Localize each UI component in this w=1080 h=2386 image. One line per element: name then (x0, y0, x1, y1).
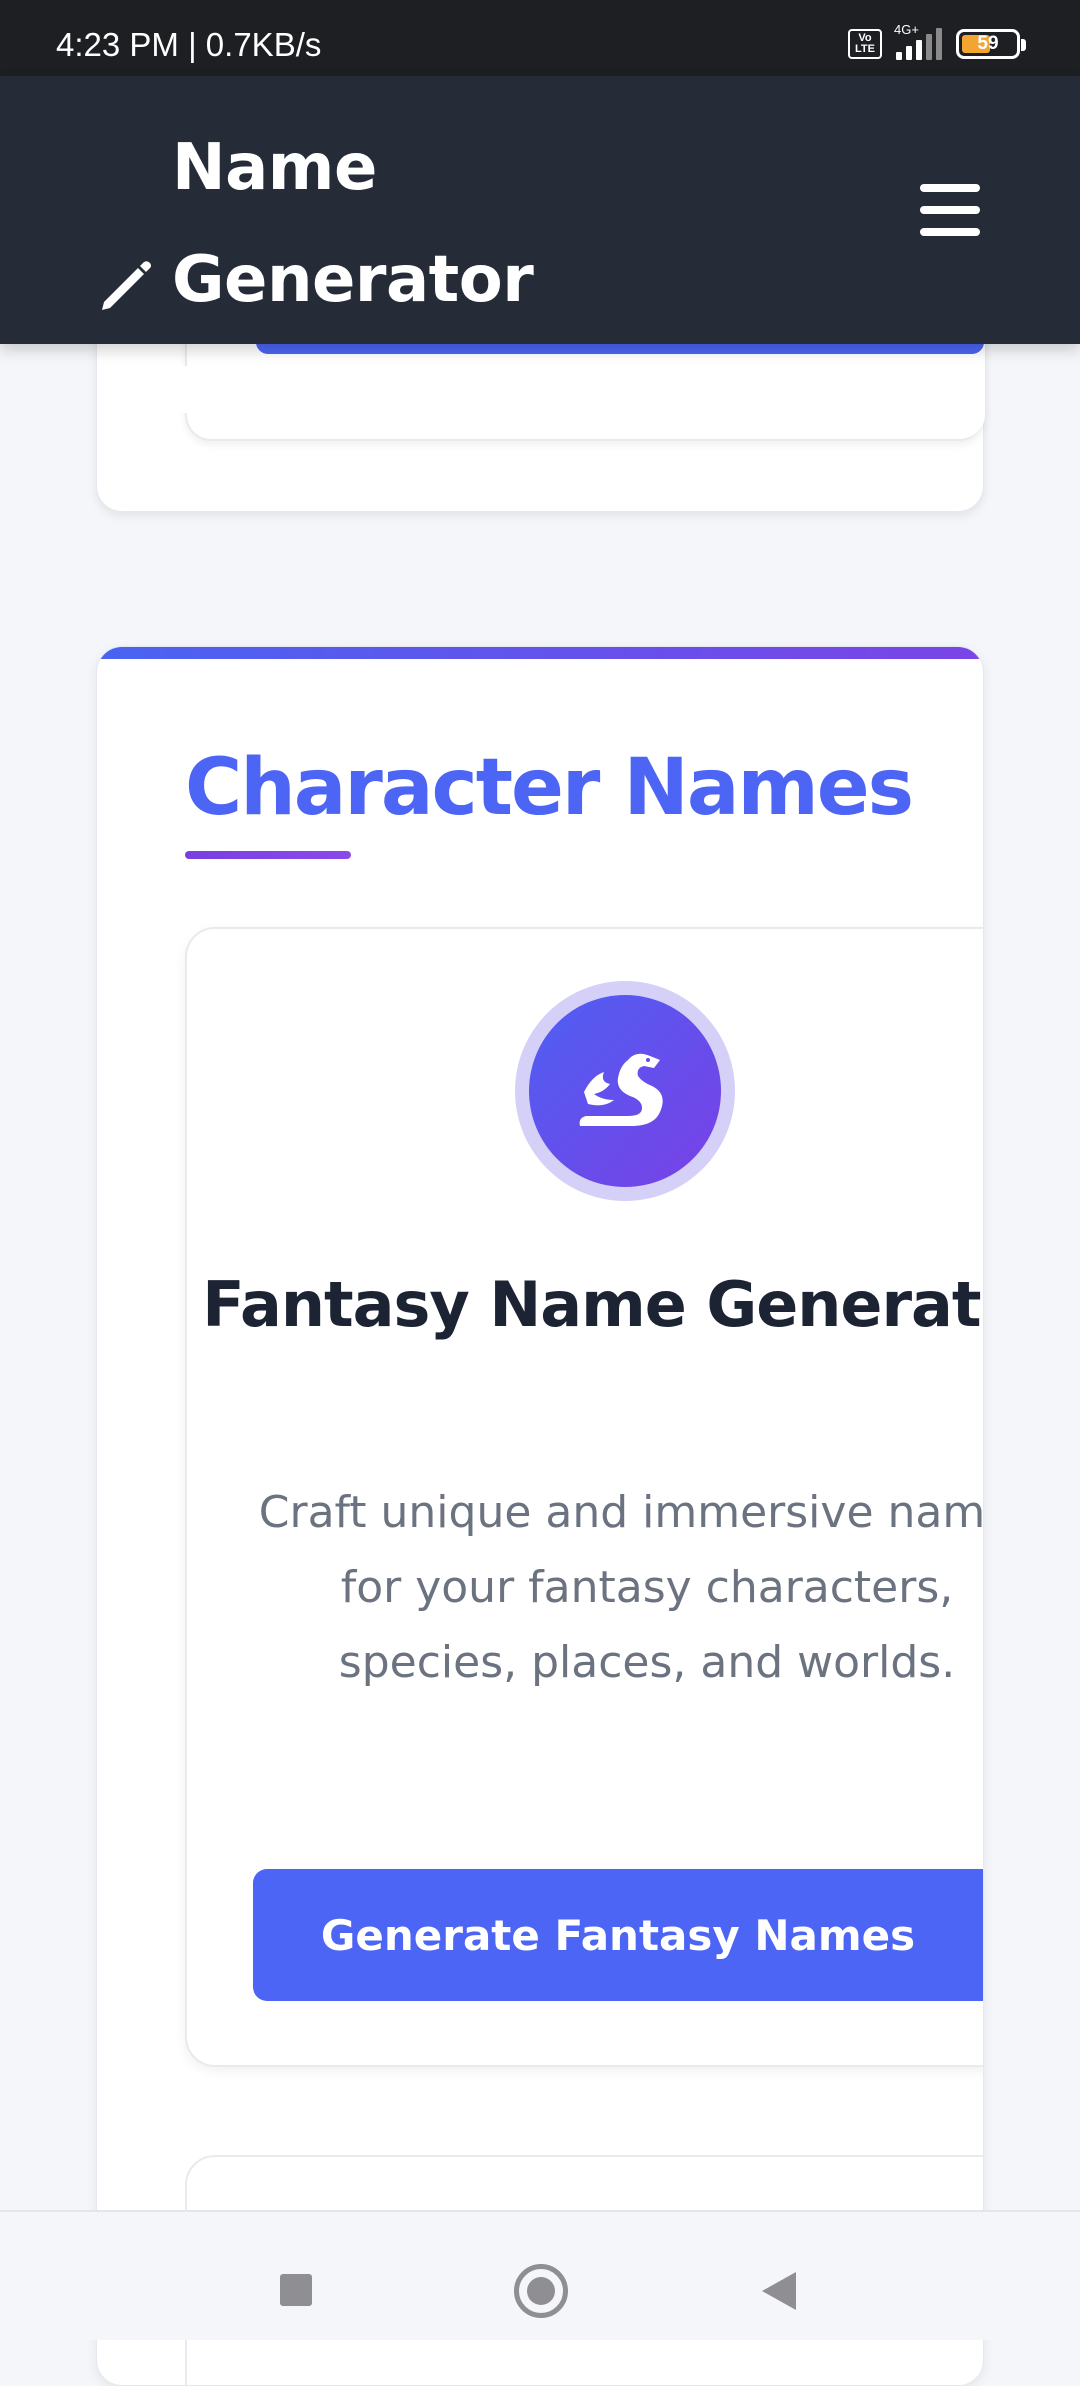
brand-line-2: Hub (172, 355, 316, 429)
site-brand[interactable]: Name Generator Hub (172, 112, 732, 448)
volte-icon: Vo LTE (848, 29, 882, 59)
dragon-icon (529, 995, 721, 1187)
character-names-section: Character Names Fantasy Name Generator C… (96, 646, 984, 2386)
fantasy-generator-card: Fantasy Name Generator Craft unique and … (185, 927, 984, 2067)
home-circle-icon[interactable] (514, 2264, 568, 2318)
system-nav-bar (0, 2210, 1080, 2340)
site-header: Name Generator Hub (0, 76, 1080, 429)
recents-square-icon[interactable] (280, 2274, 312, 2306)
generator-icon-ring (515, 981, 735, 1201)
generate-fantasy-names-button[interactable]: Generate Fantasy Names (253, 1869, 983, 2001)
pencil-icon (102, 261, 151, 310)
status-bar: 4:23 PM | 0.7KB/s Vo LTE 4G+ 59 (0, 0, 1080, 76)
generator-title: Fantasy Name Generator (202, 1268, 984, 1341)
status-icons: Vo LTE 4G+ 59 (848, 22, 1026, 60)
back-triangle-icon[interactable] (762, 2272, 796, 2310)
status-time-speed: 4:23 PM | 0.7KB/s (56, 26, 322, 63)
section-accent-bar (97, 647, 983, 659)
generator-description: Craft unique and immersive names for you… (258, 1487, 984, 1688)
hamburger-menu-icon[interactable] (920, 184, 980, 236)
signal-icon: 4G+ (894, 22, 942, 60)
network-type-label: 4G+ (894, 22, 919, 37)
section-title: Character Names (185, 743, 914, 833)
battery-level: 59 (977, 33, 999, 54)
battery-icon: 59 (956, 29, 1026, 59)
section-title-underline (185, 851, 351, 859)
brand-line-1: Name Generator (172, 131, 534, 317)
